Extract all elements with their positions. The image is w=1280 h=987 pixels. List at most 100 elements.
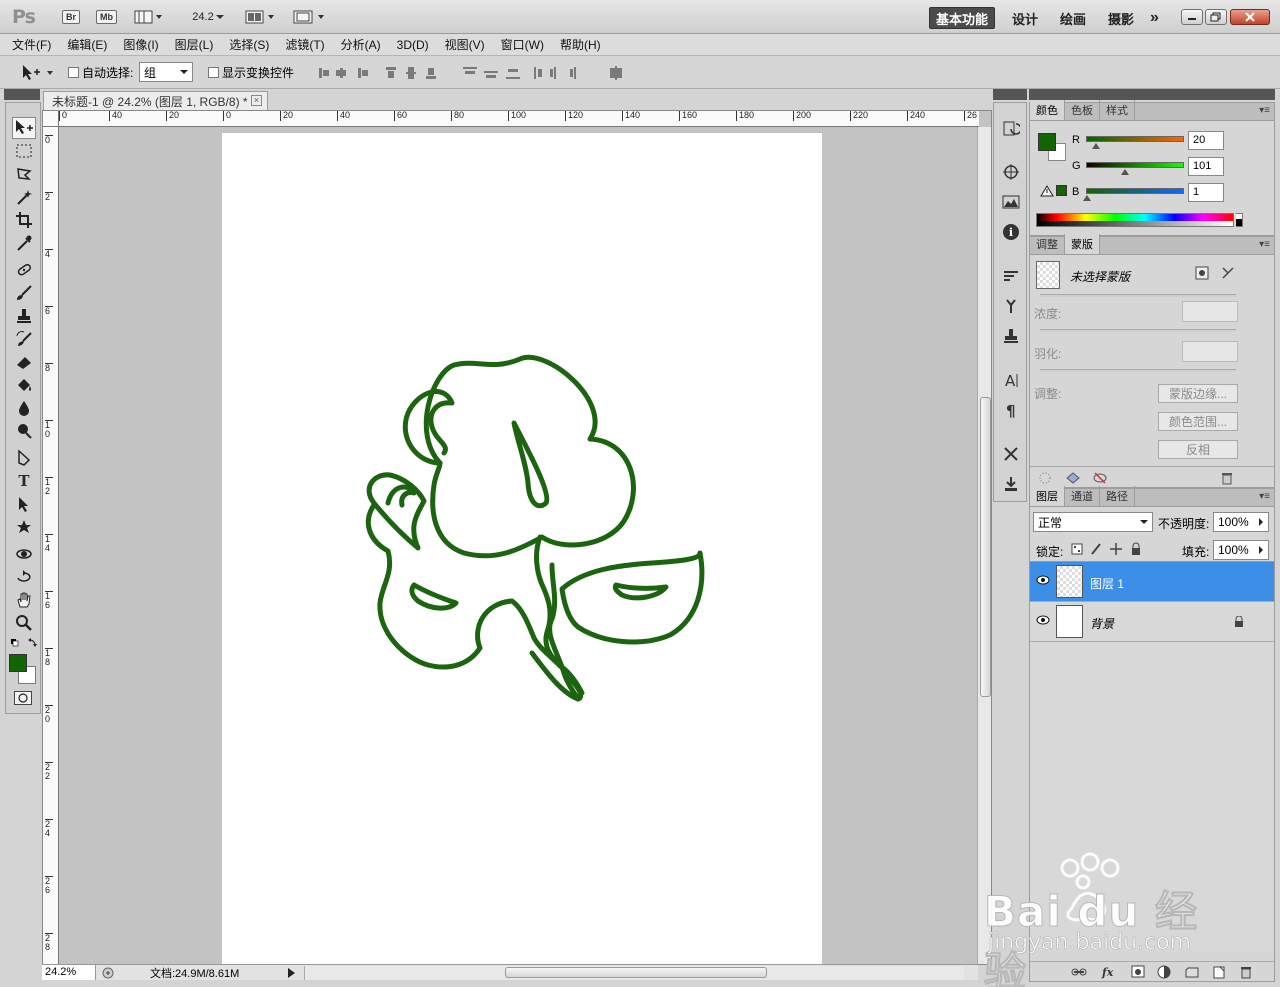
zoom-tool[interactable] <box>12 612 36 634</box>
workspace-painting[interactable]: 绘画 <box>1060 7 1086 29</box>
quick-mask-button[interactable] <box>14 691 32 705</box>
foreground-color-swatch[interactable] <box>9 654 27 672</box>
workspace-essentials[interactable]: 基本功能 <box>929 7 995 29</box>
status-info-icon[interactable] <box>100 966 122 980</box>
tab-channels[interactable]: 通道 <box>1065 486 1100 506</box>
arrange-documents-button[interactable] <box>244 7 278 27</box>
align-buttons[interactable] <box>318 66 446 83</box>
green-slider-knob[interactable] <box>1121 169 1129 175</box>
auto-select-check[interactable] <box>68 67 79 78</box>
3d-panel-button[interactable] <box>1000 473 1022 495</box>
apply-mask-icon[interactable] <box>1064 471 1082 485</box>
ruler-origin[interactable] <box>43 111 59 127</box>
tab-swatches[interactable]: 色板 <box>1065 100 1100 120</box>
red-value-field[interactable]: 20 <box>1188 131 1224 150</box>
pixel-mask-icon[interactable] <box>1194 265 1210 281</box>
visibility-eye-icon[interactable] <box>1036 615 1050 628</box>
green-value-field[interactable]: 101 <box>1188 157 1224 176</box>
feather-slider[interactable] <box>1040 369 1236 372</box>
white-swatch[interactable] <box>1236 213 1243 227</box>
marquee-tool[interactable] <box>12 140 36 162</box>
tool-presets-panel-button[interactable] <box>1000 443 1022 465</box>
color-range-button[interactable]: 颜色范围... <box>1158 412 1238 431</box>
3d-rotate-tool[interactable] <box>12 543 36 565</box>
screen-mode-button[interactable] <box>292 7 328 27</box>
density-slider[interactable] <box>1040 329 1236 332</box>
restore-button[interactable] <box>1205 9 1227 25</box>
iconstrip-dock-bar[interactable] <box>993 89 1027 100</box>
layer-name[interactable]: 图层 1 <box>1090 575 1124 592</box>
tool-preset-picker[interactable] <box>20 63 56 81</box>
status-menu-arrow-icon[interactable] <box>285 967 297 979</box>
feather-field[interactable] <box>1182 341 1238 362</box>
opacity-field[interactable]: 100% <box>1213 512 1269 532</box>
panel-menu-icon[interactable]: ▾≡ <box>1259 491 1270 502</box>
document-tab[interactable]: 未标题-1 @ 24.2% (图层 1, RGB/8) * × <box>43 91 268 111</box>
character-panel-button[interactable]: A <box>1000 369 1022 391</box>
menu-analysis[interactable]: 分析(A) <box>341 36 381 53</box>
menu-layer[interactable]: 图层(L) <box>175 36 214 53</box>
menu-filter[interactable]: 滤镜(T) <box>285 36 324 53</box>
path-selection-tool[interactable] <box>12 493 36 515</box>
minimize-button[interactable] <box>1181 9 1203 25</box>
blue-slider-track[interactable] <box>1086 188 1184 194</box>
histogram-panel-button[interactable] <box>1000 191 1022 213</box>
workspace-photography[interactable]: 摄影 <box>1108 7 1134 29</box>
custom-shape-tool[interactable] <box>12 516 36 538</box>
layers-footer-icons[interactable]: fx <box>1070 964 1270 980</box>
vertical-ruler[interactable]: 0 2 4 6 8 10 12 14 16 18 20 22 24 26 28 <box>43 127 59 964</box>
paint-bucket-tool[interactable] <box>12 374 36 396</box>
menu-3d[interactable]: 3D(D) <box>397 38 429 52</box>
color-spectrum-bar[interactable] <box>1036 213 1234 227</box>
move-tool[interactable] <box>12 117 36 139</box>
tab-layers[interactable]: 图层 <box>1030 486 1065 506</box>
green-slider-track[interactable] <box>1086 162 1184 168</box>
mask-edge-button[interactable]: 蒙版边缘... <box>1158 384 1238 403</box>
vector-mask-icon[interactable] <box>1220 265 1236 281</box>
hand-tool[interactable] <box>12 589 36 611</box>
auto-select-checkbox[interactable]: 自动选择: <box>68 64 133 81</box>
horizontal-scrollbar[interactable] <box>304 966 964 980</box>
tab-styles[interactable]: 样式 <box>1100 100 1135 120</box>
horizontal-ruler[interactable]: 0 40 20 0 20 40 60 80 100 120 140 160 18… <box>59 111 979 127</box>
grayscale-ramp[interactable] <box>1037 221 1233 226</box>
menu-select[interactable]: 选择(S) <box>229 36 269 53</box>
auto-align-button[interactable] <box>608 66 628 83</box>
menu-view[interactable]: 视图(V) <box>445 36 485 53</box>
close-window-button[interactable] <box>1230 9 1270 25</box>
document-canvas[interactable] <box>222 133 822 964</box>
tab-masks[interactable]: 蒙版 <box>1065 234 1100 254</box>
mini-bridge-button[interactable]: Mb <box>96 7 117 27</box>
eraser-tool[interactable] <box>12 351 36 373</box>
pen-tool[interactable] <box>12 447 36 469</box>
history-panel-button[interactable] <box>1000 117 1022 139</box>
lasso-tool[interactable] <box>12 163 36 185</box>
navigator-panel-button[interactable] <box>1000 161 1022 183</box>
panel-menu-icon[interactable]: ▾≡ <box>1259 239 1270 250</box>
tab-adjustments[interactable]: 调整 <box>1030 234 1065 254</box>
dodge-tool[interactable] <box>12 420 36 442</box>
brush-presets-panel-button[interactable] <box>1000 265 1022 287</box>
visibility-eye-icon[interactable] <box>1036 575 1050 588</box>
menu-image[interactable]: 图像(I) <box>123 36 158 53</box>
load-selection-icon[interactable] <box>1038 471 1052 485</box>
type-tool[interactable]: T <box>12 470 36 492</box>
healing-brush-tool[interactable] <box>12 259 36 281</box>
layer-row[interactable]: 图层 1 <box>1030 562 1274 602</box>
panels-dock-bar[interactable] <box>1029 89 1275 100</box>
zoom-level-dropdown[interactable]: 24.2 <box>186 7 232 27</box>
green-slider[interactable]: G 101 <box>1070 157 1276 177</box>
info-panel-button[interactable]: i <box>1000 221 1022 243</box>
show-transform-check[interactable] <box>208 67 219 78</box>
brush-tool[interactable] <box>12 282 36 304</box>
red-slider-track[interactable] <box>1086 136 1184 142</box>
out-of-gamut-warning-icon[interactable] <box>1040 185 1054 197</box>
vertical-scroll-thumb[interactable] <box>980 397 991 697</box>
3d-orbit-tool[interactable] <box>12 566 36 588</box>
red-slider-knob[interactable] <box>1092 143 1100 149</box>
brushes-panel-button[interactable] <box>1000 295 1022 317</box>
color-foreground-swatch[interactable] <box>1038 133 1056 151</box>
toolbox-dock-bar[interactable] <box>4 89 40 100</box>
quick-selection-tool[interactable] <box>12 186 36 208</box>
tab-color[interactable]: 颜色 <box>1030 100 1065 120</box>
